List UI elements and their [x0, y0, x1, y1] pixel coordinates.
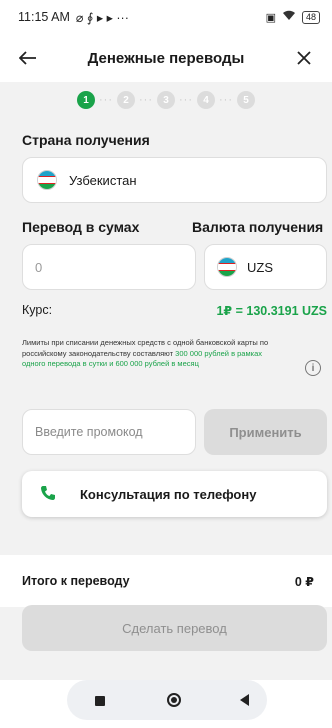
amount-value: 0 — [35, 259, 43, 275]
limits-notice: Лимиты при списании денежных средств с о… — [22, 338, 282, 370]
step-connector: ··· — [179, 94, 193, 106]
recent-apps-icon[interactable] — [95, 696, 105, 706]
status-bar: 11:15 AM ⌀ ∮ ▸ ▸ ··· ▣ 48 — [0, 0, 332, 34]
promo-placeholder: Введите промокод — [35, 425, 143, 439]
promo-code-input[interactable]: Введите промокод — [22, 409, 196, 455]
step-1: 1 — [77, 91, 95, 109]
status-time: 11:15 AM — [18, 10, 70, 24]
step-5: 5 — [237, 91, 255, 109]
info-icon[interactable]: i — [305, 360, 321, 376]
amount-input[interactable]: 0 — [22, 244, 196, 290]
currency-label: Валюта получения — [192, 219, 324, 235]
step-connector: ··· — [139, 94, 153, 106]
step-connector: ··· — [219, 94, 233, 106]
total-value: 0 ₽ — [294, 574, 314, 589]
exchange-rate-row: Курс: 1₽ = 130.3191 UZS — [22, 303, 327, 318]
country-label: Страна получения — [22, 132, 150, 148]
step-indicator: 1 ··· 2 ··· 3 ··· 4 ··· 5 — [0, 90, 332, 110]
total-panel: Итого к переводу 0 ₽ — [0, 555, 332, 607]
wifi-icon — [282, 10, 296, 24]
back-icon[interactable] — [240, 694, 249, 706]
system-nav-bar — [0, 680, 332, 728]
step-4: 4 — [197, 91, 215, 109]
home-icon[interactable] — [167, 693, 181, 707]
total-label: Итого к переводу — [22, 574, 130, 588]
sim-icon: ▣ — [265, 11, 276, 24]
rate-value: 1₽ = 130.3191 UZS — [216, 304, 327, 318]
step-2: 2 — [117, 91, 135, 109]
currency-select[interactable]: UZS — [204, 244, 327, 290]
rate-label: Курс: — [22, 303, 53, 317]
apply-promo-button[interactable]: Применить — [204, 409, 327, 455]
phone-icon — [40, 485, 56, 504]
phone-consultation-button[interactable]: Консультация по телефону — [22, 471, 327, 517]
page-title: Денежные переводы — [87, 49, 245, 67]
submit-transfer-button[interactable]: Сделать перевод — [22, 605, 327, 651]
uzbekistan-flag-icon — [37, 170, 57, 190]
currency-value: UZS — [247, 259, 273, 275]
consultation-label: Консультация по телефону — [80, 486, 257, 502]
back-arrow-icon[interactable] — [16, 46, 40, 70]
app-header: Денежные переводы — [0, 34, 332, 82]
step-connector: ··· — [99, 94, 113, 106]
close-icon[interactable] — [292, 46, 316, 70]
country-value: Узбекистан — [69, 172, 137, 188]
status-notification-icons: ⌀ ∮ ▸ ▸ ··· — [75, 10, 129, 25]
country-select[interactable]: Узбекистан — [22, 157, 327, 203]
uzbekistan-flag-icon — [217, 257, 237, 277]
amount-label: Перевод в сумах — [22, 219, 140, 235]
battery-icon: 48 — [301, 10, 320, 24]
step-3: 3 — [157, 91, 175, 109]
